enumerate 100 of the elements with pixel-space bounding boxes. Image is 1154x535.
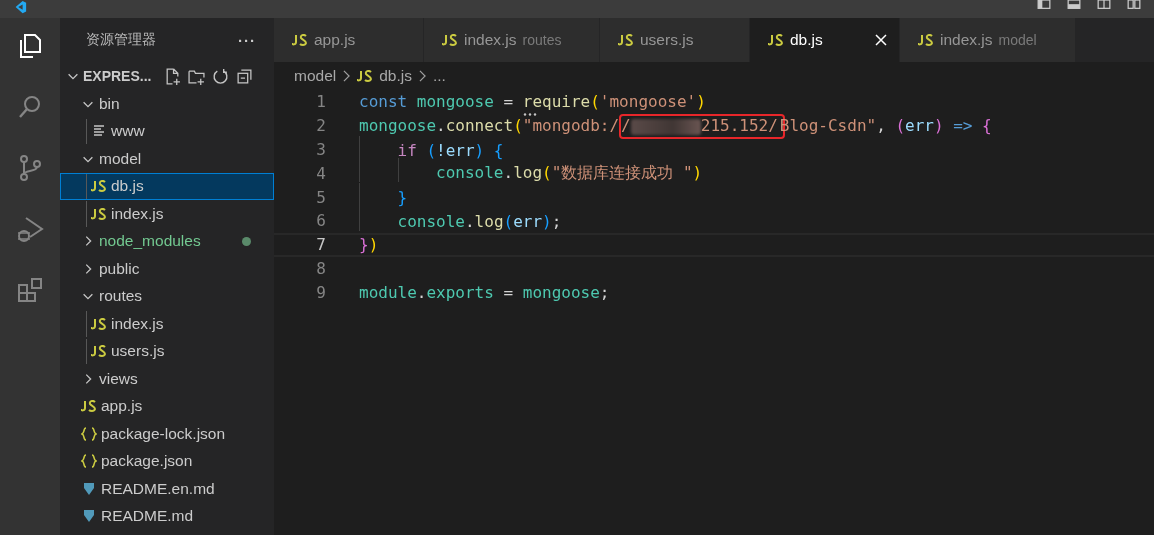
- code-token: {: [982, 116, 992, 136]
- code-token: .: [464, 211, 475, 231]
- js-file-icon: [91, 180, 107, 193]
- code-token: log: [513, 163, 543, 183]
- editor-tab[interactable]: index.js model: [900, 18, 1076, 62]
- line-number: 2: [315, 116, 327, 136]
- code-token: console: [397, 211, 465, 231]
- code-token: .: [503, 163, 514, 183]
- file-name: index.js: [111, 204, 164, 223]
- file-name: routes: [99, 287, 143, 306]
- layout-icon[interactable]: [1096, 0, 1112, 10]
- tree-item[interactable]: bin: [60, 90, 274, 118]
- code-token: ): [933, 116, 944, 136]
- editor-tab[interactable]: db.js: [750, 18, 900, 62]
- run-debug-icon[interactable]: [16, 215, 44, 243]
- code-token: =>: [953, 116, 973, 136]
- chevron-right-icon: [342, 70, 352, 82]
- code-token: err: [905, 116, 934, 136]
- js-file-icon: [357, 70, 374, 82]
- tree-item[interactable]: users.js: [60, 337, 274, 365]
- file-name: public: [99, 259, 140, 278]
- line-number: 1: [315, 92, 327, 112]
- code-token: const: [359, 92, 408, 112]
- braces-icon: [81, 426, 97, 441]
- line-number: 6: [315, 211, 327, 231]
- tree-item[interactable]: model: [60, 145, 274, 173]
- code-token: ): [542, 211, 552, 231]
- js-file-icon: [91, 317, 107, 330]
- editor-tab[interactable]: users.js: [600, 18, 750, 62]
- layout-icon[interactable]: [1126, 0, 1142, 10]
- breadcrumb-item[interactable]: db.js: [379, 67, 412, 85]
- tree-item[interactable]: public: [60, 255, 274, 283]
- code-token: mongoose: [416, 92, 494, 112]
- line-number: 3: [315, 140, 327, 159]
- tree-item[interactable]: app.js: [60, 392, 274, 420]
- js-file-icon: [768, 34, 784, 46]
- code-token: }: [359, 235, 369, 255]
- code-token: (: [590, 92, 600, 112]
- tree-item[interactable]: routes: [60, 282, 274, 310]
- tab-description: routes: [522, 32, 562, 48]
- tree-item[interactable]: views: [60, 365, 274, 393]
- extensions-icon[interactable]: [16, 276, 44, 304]
- file-name: app.js: [101, 397, 143, 416]
- tree-item[interactable]: package-lock.json: [60, 420, 274, 448]
- blurred-area: [630, 118, 701, 135]
- tree-item[interactable]: index.js: [60, 310, 274, 338]
- tree-item[interactable]: www: [60, 117, 274, 145]
- code-token: 'mongoose': [599, 92, 697, 112]
- code-token: =: [502, 282, 515, 302]
- file-name: package-lock.json: [101, 424, 226, 443]
- refresh-icon[interactable]: [212, 67, 230, 85]
- arrow-down-icon: [81, 481, 97, 496]
- code-token: "mongodb:/: [522, 116, 620, 136]
- code-token: require: [522, 92, 591, 112]
- code-token: mongoose: [359, 116, 437, 136]
- tree-item[interactable]: README.md: [60, 502, 274, 530]
- editor-tab[interactable]: app.js: [274, 18, 424, 62]
- js-file-icon: [91, 207, 107, 220]
- file-name: package.json: [101, 452, 193, 471]
- editor-tab[interactable]: index.js routes: [424, 18, 600, 62]
- tab-label: app.js: [314, 31, 356, 49]
- code-token: (: [426, 140, 437, 160]
- tree-item[interactable]: db.js: [60, 172, 274, 200]
- file-name: model: [99, 149, 142, 168]
- js-file-icon: [918, 34, 934, 46]
- code-token: log: [474, 211, 504, 231]
- tab-label: users.js: [640, 31, 694, 49]
- breadcrumb-item[interactable]: ...: [432, 67, 446, 85]
- text-lines-icon: [91, 124, 107, 139]
- code-token: /: [621, 116, 631, 136]
- new-file-icon[interactable]: [164, 67, 182, 85]
- tree-item[interactable]: README.en.md: [60, 475, 274, 503]
- line-number: 7: [315, 235, 327, 255]
- tree-item[interactable]: node_modules: [60, 227, 274, 255]
- layout-icon[interactable]: [1036, 0, 1052, 10]
- code-token: .: [416, 282, 427, 302]
- braces-icon: [81, 454, 97, 469]
- breadcrumb-item[interactable]: model: [294, 67, 337, 85]
- js-file-icon: [618, 34, 634, 46]
- code-token: ;: [599, 282, 610, 302]
- code-token: 215.152/: [700, 116, 778, 136]
- code-token: ): [474, 140, 485, 160]
- code-token: connect: [445, 116, 514, 136]
- code-token: (: [542, 163, 552, 183]
- file-name: users.js: [111, 342, 165, 361]
- file-name: www: [111, 122, 145, 141]
- close-icon[interactable]: [875, 34, 887, 46]
- code-token: (: [513, 116, 523, 136]
- file-name: index.js: [111, 314, 164, 333]
- code-token: "数据库连接成功 ": [551, 163, 693, 183]
- code-token: ): [368, 235, 379, 255]
- chevron-right-icon: [417, 70, 427, 82]
- collapse-all-icon[interactable]: [236, 67, 254, 85]
- more-actions-button[interactable]: ···: [238, 31, 256, 49]
- code-token: ;: [551, 211, 562, 231]
- tree-item[interactable]: package.json: [60, 447, 274, 475]
- layout-icon[interactable]: [1066, 0, 1082, 10]
- tree-item[interactable]: index.js: [60, 200, 274, 228]
- code-token: ,: [876, 116, 886, 136]
- workspace-folder[interactable]: EXPRES...: [83, 68, 152, 84]
